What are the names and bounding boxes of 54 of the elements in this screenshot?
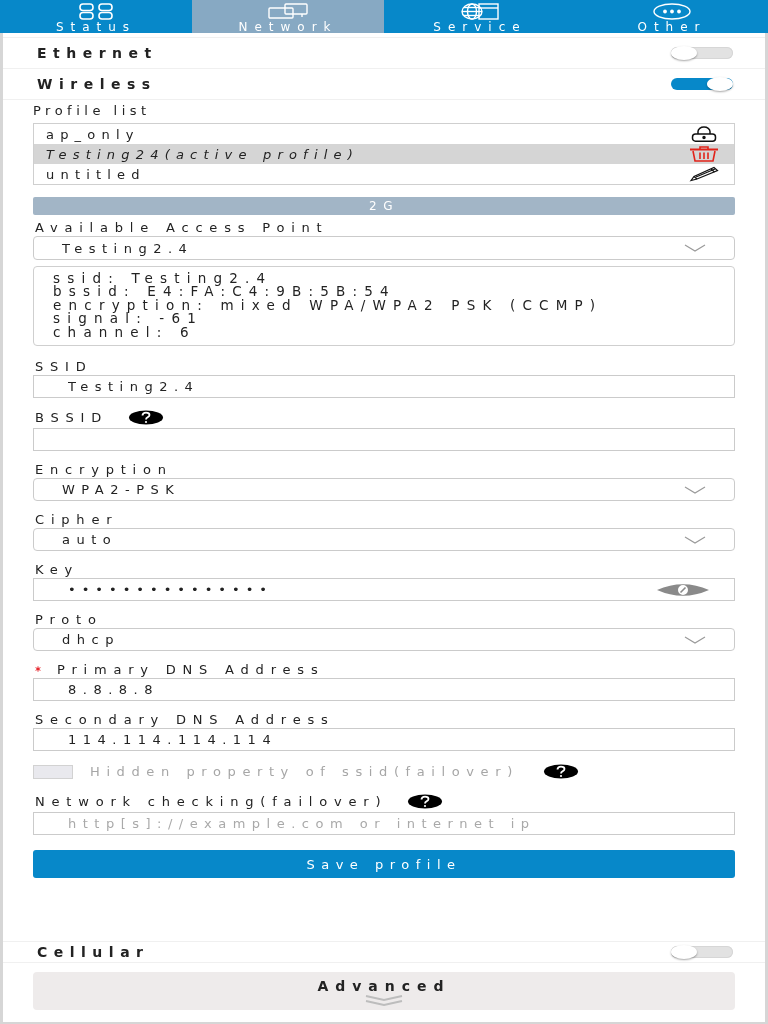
toggle-switch[interactable] [671,946,733,958]
tab[interactable]: Service [384,0,576,33]
chevron-down-icon [684,535,706,544]
monitors-icon [266,3,310,20]
save-profile-button[interactable]: Save profile [33,850,735,879]
field-label: Cipher [35,511,119,527]
interface-label: Ethernet [37,45,158,61]
profile-item[interactable]: untitled [34,164,734,184]
band-header: 2G [33,197,735,215]
globe-document-icon [458,3,502,20]
field-label: Key [35,561,79,577]
info-line: signal: -61 [53,312,205,326]
eye-icon[interactable] [655,582,711,597]
field-label: BSSID [35,410,109,426]
field-label: Encryption [35,461,173,477]
advanced-button[interactable]: Advanced [33,972,735,1010]
info-line: encryption: mixed WPA/WPA2 PSK (CCMP) [53,298,604,313]
field-label: Primary DNS Address [57,661,325,677]
chevron-down-icon [684,635,706,644]
field-label: Network checking(failover) [35,794,388,810]
dropdown[interactable]: WPA2-PSK [33,478,735,502]
password-field[interactable]: ••••••••••••••• [33,578,735,602]
profile-item[interactable]: ap_only [34,124,734,144]
profile-item[interactable]: Testing24(active profile) [34,144,734,164]
checkbox-label: Hidden property of ssid(failover) [90,764,519,780]
double-chevron-icon [364,995,404,1006]
field-label: Secondary DNS Address [35,711,335,727]
interface-label: Wireless [37,76,157,92]
tab[interactable]: Other [576,0,768,33]
info-line: channel: 6 [53,325,197,340]
text-field[interactable]: 8.8.8.8 [33,678,735,702]
dropdown[interactable]: Testing2.4 [33,236,735,260]
field-label: Available Access Point [35,220,329,235]
text-field[interactable] [33,428,735,452]
text-field[interactable]: 114.114.114.114 [33,728,735,752]
info-line: ssid: Testing2.4 [53,272,274,286]
help-icon[interactable] [407,794,444,810]
text-field[interactable]: http[s]://example.com or internet ip [33,812,735,836]
dropdown[interactable]: auto [33,528,735,552]
help-icon[interactable] [128,410,165,426]
section-label: Profile list [33,102,152,120]
field-label: Proto [35,611,103,627]
pencil-icon[interactable] [688,166,720,182]
text-field[interactable]: Testing2.4 [33,375,735,399]
interface-label: Cellular [37,944,150,960]
chevron-down-icon [684,485,706,494]
field-label: SSID [35,358,93,374]
ellipsis-bubble-icon [650,3,694,20]
tab[interactable]: Status [0,0,192,33]
info-line: bssid: E4:FA:C4:9B:5B:54 [53,285,397,299]
toggle-switch[interactable] [671,78,733,90]
dropdown[interactable]: dhcp [33,628,735,652]
toggle-switch[interactable] [671,47,733,59]
chevron-down-icon [684,244,706,252]
